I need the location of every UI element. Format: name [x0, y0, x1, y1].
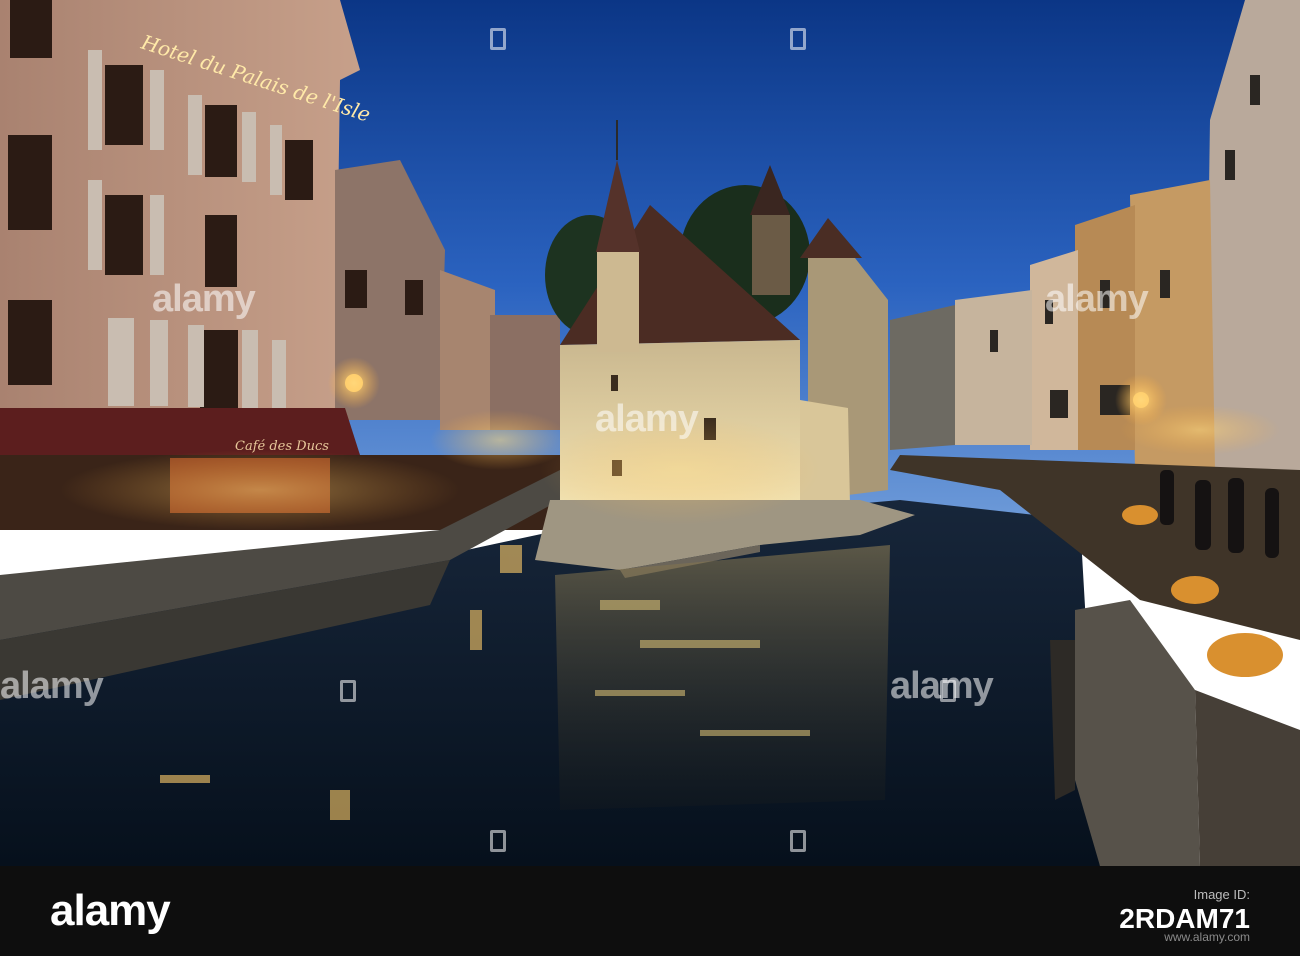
watermark-text: alamy — [152, 278, 256, 320]
watermark-text: alamy — [0, 665, 104, 707]
site-url: www.alamy.com — [1164, 930, 1250, 944]
watermark-text: alamy — [595, 398, 699, 440]
watermark-mark-icon — [490, 830, 506, 852]
alamy-logo: alamy — [50, 886, 171, 935]
watermark-mark-icon — [490, 28, 506, 50]
footer-bar: alamy Image ID: 2RDAM71 www.alamy.com — [0, 866, 1300, 956]
watermark-mark-icon — [340, 680, 356, 702]
watermark-text: alamy — [890, 665, 994, 707]
watermark-text: alamy — [1045, 278, 1149, 320]
image-id-block: Image ID: 2RDAM71 — [1119, 887, 1250, 935]
watermark-mark-icon — [790, 28, 806, 50]
image-id-label: Image ID: — [1193, 887, 1250, 902]
watermark-mark-icon — [790, 830, 806, 852]
